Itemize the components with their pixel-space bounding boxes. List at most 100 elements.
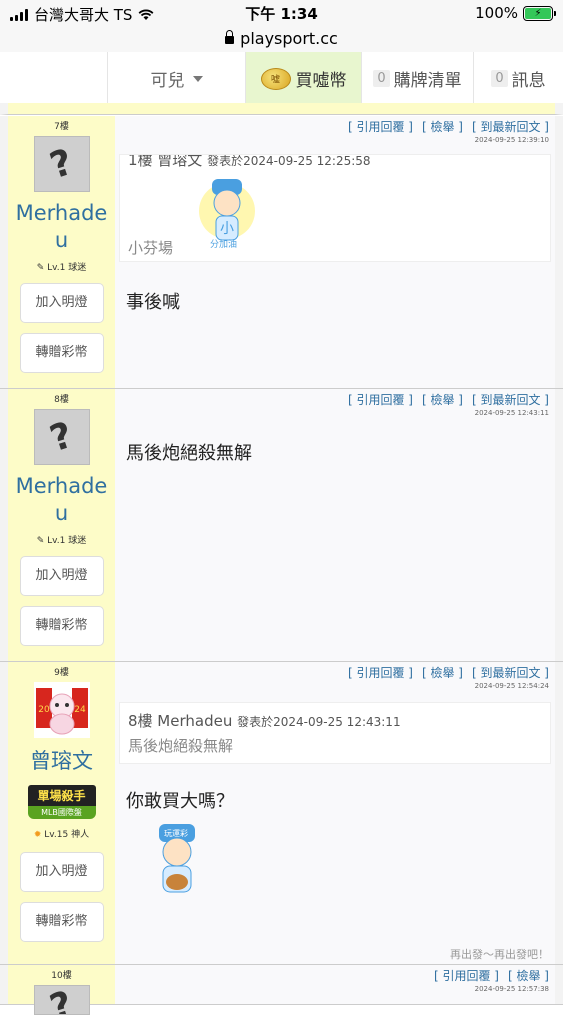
post-body: [ 引用回覆 ] [ 檢舉 ] [ 到最新回文 ] 2024-09-25 12:43… (115, 389, 563, 661)
sticker-caption: 玩運彩 (164, 829, 188, 838)
battery-percent: 100% (475, 4, 518, 22)
sticker-caption: 分加油 (210, 240, 238, 250)
report-link[interactable]: [ 檢舉 ] (422, 666, 463, 680)
author-level: ✎ Lv.1 球迷 (8, 260, 115, 273)
sticker-image: 小 分加油 (196, 171, 258, 251)
quote-author: 1樓 曾瑢文 (128, 154, 203, 169)
question-avatar-icon[interactable]: ? (33, 985, 90, 1015)
post-content: 事後喊 (126, 292, 180, 313)
buy-coin-label: 買噓幣 (295, 71, 347, 91)
quote-box: 1樓 曾瑢文 發表於2024-09-25 12:25:58 小 分加油 小芬場 (119, 154, 551, 262)
report-link[interactable]: [ 檢舉 ] (422, 120, 463, 134)
quote-header: 1樓 曾瑢文 發表於2024-09-25 12:25:58 (128, 154, 550, 170)
sticker-image: 玩運彩 (151, 822, 203, 902)
quote-reply-link[interactable]: [ 引用回覆 ] (348, 120, 413, 134)
messages-label: 訊息 (511, 71, 546, 91)
floor-number: 10樓 (51, 971, 72, 981)
post-time: 2024-09-25 12:57:38 (474, 985, 549, 993)
gift-coin-button[interactable]: 轉贈彩幣 (19, 333, 104, 373)
quote-text: 馬後炮絕殺無解 (128, 737, 234, 755)
post-thread: 7樓 ? Merhadeu ✎ Lv.1 球迷 加入明燈 轉贈彩幣 [ 引用回覆… (0, 116, 563, 1015)
author-level: ✎ Lv.1 球迷 (8, 533, 115, 546)
chevron-down-icon (192, 75, 203, 82)
report-link[interactable]: [ 檢舉 ] (422, 393, 463, 407)
quote-author: 8樓 Merhadeu (128, 712, 233, 730)
report-link[interactable]: [ 檢舉 ] (508, 969, 549, 983)
post-8: 8樓 ? Merhadeu ✎ Lv.1 球迷 加入明燈 轉贈彩幣 [ 引用回覆… (0, 389, 563, 662)
post-actions: [ 引用回覆 ] [ 檢舉 ] (425, 967, 549, 984)
status-bar: 台灣大哥大 TS 下午 1:34 100% ⚡ (0, 0, 563, 28)
author-name[interactable]: Merhadeu (8, 473, 115, 527)
latest-reply-link[interactable]: [ 到最新回文 ] (472, 666, 549, 680)
cart-button[interactable]: 0 購牌清單 (362, 52, 474, 105)
cart-count-badge: 0 (373, 70, 390, 87)
lock-icon (225, 29, 235, 44)
add-light-button[interactable]: 加入明燈 (19, 283, 104, 323)
post-actions: [ 引用回覆 ] [ 檢舉 ] [ 到最新回文 ] (339, 118, 549, 135)
battery-icon: ⚡ (523, 5, 556, 21)
author-name[interactable]: Merhadeu (8, 200, 115, 254)
gift-coin-button[interactable]: 轉贈彩幣 (19, 606, 104, 646)
post-body: [ 引用回覆 ] [ 檢舉 ] 2024-09-25 12:57:38 (115, 965, 563, 1004)
svg-text:小: 小 (220, 221, 234, 237)
post-9: 9樓 20 24 曾瑢文 單場殺手 MLB國際盤 ✹ Lv.15 神人 加入明燈… (0, 662, 563, 965)
floor-number: 9樓 (54, 668, 69, 678)
signature-note: 再出發～再出發吧！ (450, 948, 549, 961)
post-10: 10樓 ? [ 引用回覆 ] [ 檢舉 ] 2024-09-25 12:57:38 (0, 965, 563, 1015)
svg-text:24: 24 (74, 705, 86, 715)
badge-title: 單場殺手 (27, 785, 96, 806)
post-actions: [ 引用回覆 ] [ 檢舉 ] [ 到最新回文 ] (339, 391, 549, 408)
previous-post-tail (0, 103, 563, 115)
post-body: [ 引用回覆 ] [ 檢舉 ] [ 到最新回文 ] 2024-09-25 12:54… (115, 662, 563, 964)
dragon-avatar-icon[interactable]: 20 24 (33, 682, 90, 738)
quote-reply-link[interactable]: [ 引用回覆 ] (348, 393, 413, 407)
quote-text: 小芬場 (128, 239, 174, 257)
user-menu-label: 可兒 (150, 71, 185, 91)
author-level: ✹ Lv.15 神人 (8, 827, 115, 840)
post-body: [ 引用回覆 ] [ 檢舉 ] [ 到最新回文 ] 2024-09-25 12:39… (115, 116, 563, 388)
site-nav: 可兒 噓 買噓幣 0 購牌清單 0 訊息 (0, 52, 563, 106)
post-time: 2024-09-25 12:39:10 (474, 136, 549, 144)
floor-number: 7樓 (54, 122, 69, 132)
post-author-panel: 8樓 ? Merhadeu ✎ Lv.1 球迷 加入明燈 轉贈彩幣 (0, 389, 115, 661)
post-author-panel: 10樓 ? (0, 965, 115, 1015)
badge-subtitle: MLB國際盤 (27, 806, 96, 819)
add-light-button[interactable]: 加入明燈 (19, 852, 104, 892)
latest-reply-link[interactable]: [ 到最新回文 ] (472, 393, 549, 407)
cart-label: 購牌清單 (393, 71, 462, 91)
gift-coin-button[interactable]: 轉贈彩幣 (19, 902, 104, 942)
post-content: 馬後炮絕殺無解 (126, 443, 252, 464)
pencil-icon: ✎ (36, 263, 48, 273)
quote-reply-link[interactable]: [ 引用回覆 ] (348, 666, 413, 680)
post-author-panel: 9樓 20 24 曾瑢文 單場殺手 MLB國際盤 ✹ Lv.15 神人 加入明燈… (0, 662, 115, 964)
author-level-text: Lv.15 神人 (44, 830, 90, 840)
url-bar[interactable]: playsport.cc (0, 28, 563, 52)
author-level-text: Lv.1 球迷 (47, 536, 87, 546)
post-7: 7樓 ? Merhadeu ✎ Lv.1 球迷 加入明燈 轉贈彩幣 [ 引用回覆… (0, 116, 563, 389)
killer-badge: 單場殺手 MLB國際盤 (27, 785, 96, 819)
floor-number: 8樓 (54, 395, 69, 405)
question-avatar-icon[interactable]: ? (33, 136, 90, 192)
author-level-text: Lv.1 球迷 (47, 263, 87, 273)
quote-reply-link[interactable]: [ 引用回覆 ] (434, 969, 499, 983)
sun-icon: ✹ (33, 830, 45, 840)
quote-box: 8樓 Merhadeu 發表於2024-09-25 12:43:11 馬後炮絕殺… (119, 702, 551, 764)
post-actions: [ 引用回覆 ] [ 檢舉 ] [ 到最新回文 ] (339, 664, 549, 681)
post-time: 2024-09-25 12:43:11 (474, 409, 549, 417)
author-name[interactable]: 曾瑢文 (8, 748, 115, 775)
pencil-icon: ✎ (36, 536, 48, 546)
buy-coin-button[interactable]: 噓 買噓幣 (246, 52, 362, 105)
user-menu[interactable]: 可兒 (108, 52, 246, 105)
svg-text:20: 20 (38, 705, 50, 715)
question-avatar-icon[interactable]: ? (33, 409, 90, 465)
quote-posted: 發表於2024-09-25 12:43:11 (237, 715, 401, 729)
quote-posted: 發表於2024-09-25 12:25:58 (207, 154, 371, 168)
msg-count-badge: 0 (491, 70, 508, 87)
post-time: 2024-09-25 12:54:24 (474, 682, 549, 690)
messages-button[interactable]: 0 訊息 (474, 52, 563, 105)
quote-header: 8樓 Merhadeu 發表於2024-09-25 12:43:11 (128, 710, 550, 731)
latest-reply-link[interactable]: [ 到最新回文 ] (472, 120, 549, 134)
status-right: 100% ⚡ (475, 4, 556, 22)
nav-spacer (0, 52, 108, 105)
add-light-button[interactable]: 加入明燈 (19, 556, 104, 596)
